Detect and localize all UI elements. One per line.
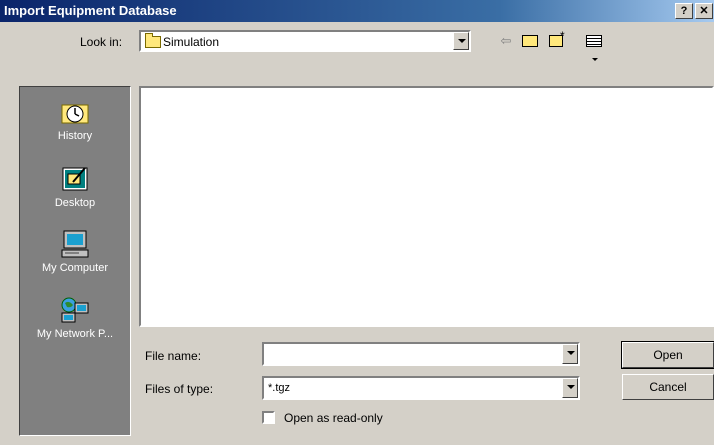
help-button[interactable]: ? bbox=[675, 3, 693, 19]
up-folder-icon[interactable] bbox=[520, 32, 540, 50]
history-icon bbox=[59, 97, 91, 127]
file-list[interactable] bbox=[139, 86, 714, 327]
chevron-down-icon[interactable] bbox=[562, 344, 578, 364]
new-folder-icon[interactable] bbox=[546, 27, 566, 50]
filename-input[interactable] bbox=[262, 342, 580, 366]
filetype-select[interactable]: *.tgz bbox=[262, 376, 580, 400]
place-history[interactable]: History bbox=[20, 97, 130, 142]
readonly-label: Open as read-only bbox=[284, 411, 383, 425]
computer-icon bbox=[59, 229, 91, 259]
lookin-dropdown[interactable]: Simulation bbox=[139, 30, 471, 52]
lookin-value: Simulation bbox=[163, 35, 220, 49]
places-bar: History Desktop My Computer My Network P… bbox=[19, 86, 131, 436]
back-arrow-icon[interactable]: ⇦ bbox=[496, 32, 516, 50]
filetype-label: Files of type: bbox=[145, 382, 214, 396]
readonly-checkbox[interactable] bbox=[262, 411, 275, 424]
window-title: Import Equipment Database bbox=[4, 3, 177, 18]
cancel-button[interactable]: Cancel bbox=[622, 374, 714, 400]
place-my-computer[interactable]: My Computer bbox=[20, 229, 130, 274]
place-my-network[interactable]: My Network P... bbox=[20, 295, 130, 340]
place-desktop[interactable]: Desktop bbox=[20, 164, 130, 209]
network-icon bbox=[59, 295, 91, 325]
lookin-label: Look in: bbox=[80, 35, 123, 49]
place-label: History bbox=[57, 130, 93, 142]
open-button[interactable]: Open bbox=[621, 341, 714, 369]
title-bar[interactable]: Import Equipment Database ? ✕ bbox=[0, 0, 714, 22]
place-label: My Network P... bbox=[36, 328, 114, 340]
view-menu-icon[interactable] bbox=[584, 32, 604, 62]
close-button[interactable]: ✕ bbox=[695, 3, 713, 19]
chevron-down-icon[interactable] bbox=[562, 378, 578, 398]
place-label: My Computer bbox=[41, 262, 109, 274]
filetype-value: *.tgz bbox=[268, 382, 291, 394]
chevron-down-icon[interactable] bbox=[453, 32, 469, 50]
filename-label: File name: bbox=[145, 349, 202, 363]
folder-icon bbox=[145, 33, 161, 48]
desktop-icon bbox=[59, 164, 91, 194]
place-label: Desktop bbox=[54, 197, 96, 209]
